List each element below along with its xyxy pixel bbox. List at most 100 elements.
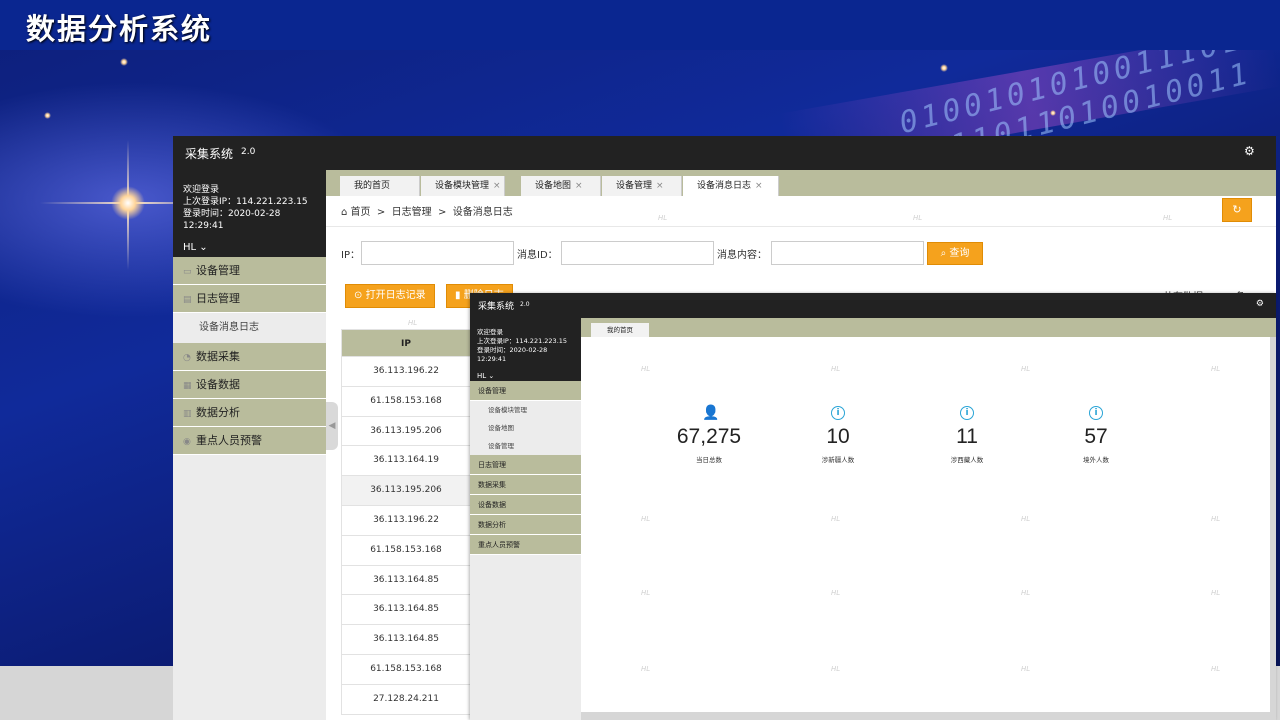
close-icon[interactable]: × bbox=[575, 181, 583, 191]
table-row[interactable]: 36.113.164.19 bbox=[341, 446, 471, 477]
tab-home[interactable]: 我的首页 bbox=[340, 176, 420, 196]
stat-value: 67,275 bbox=[676, 425, 742, 448]
table-row[interactable]: 61.158.153.168 bbox=[341, 386, 471, 417]
sidebar: 设备管理 设备模块管理 设备地图 设备管理 日志管理 数据采集 设备数据 数据分… bbox=[470, 381, 581, 720]
user-menu[interactable]: HL ⌄ bbox=[183, 242, 316, 254]
sidebar-collapse-handle[interactable]: ◀ bbox=[326, 402, 338, 450]
breadcrumb-home[interactable]: 首页 bbox=[351, 207, 371, 218]
close-icon[interactable]: × bbox=[493, 181, 501, 191]
sidebar-item-data-collection[interactable]: 数据采集 bbox=[470, 475, 581, 495]
app-header: 采集系统 2.0 ⚙ bbox=[470, 293, 1276, 318]
table-row[interactable]: 36.113.164.85 bbox=[341, 625, 471, 655]
sidebar-item-label: 设备数据 bbox=[196, 378, 240, 391]
table-row[interactable]: 36.113.164.85 bbox=[341, 565, 471, 596]
tab-device-module-management[interactable]: 设备模块管理 × bbox=[421, 176, 505, 196]
gear-icon[interactable]: ⚙ bbox=[1244, 145, 1256, 157]
sidebar-subitem-device-message-log[interactable]: 设备消息日志 bbox=[173, 313, 326, 343]
query-button[interactable]: ⌕ 查询 bbox=[927, 242, 983, 265]
username: HL bbox=[183, 242, 197, 253]
sidebar-item-device-data[interactable]: 设备数据 bbox=[470, 495, 581, 515]
stat-label: 涉西藏人数 bbox=[950, 456, 984, 464]
breadcrumb: ⌂ 首页 > 日志管理 > 设备消息日志 bbox=[341, 203, 513, 218]
sidebar-subitem-device-module-management[interactable]: 设备模块管理 bbox=[470, 401, 581, 419]
divider bbox=[326, 226, 1276, 227]
stat-daily-total: 👤 67,275 当日总数 bbox=[659, 406, 759, 464]
sidebar-item-data-analysis[interactable]: 数据分析 bbox=[470, 515, 581, 535]
table-row[interactable]: 36.113.164.85 bbox=[341, 595, 471, 626]
sidebar-item-device-management[interactable]: 设备管理 bbox=[470, 381, 581, 401]
sidebar-item-device-data[interactable]: ▦ 设备数据 bbox=[173, 371, 326, 399]
watermark: HL bbox=[408, 319, 418, 327]
gear-icon[interactable]: ⚙ bbox=[1256, 299, 1264, 309]
horizontal-scrollbar[interactable] bbox=[581, 712, 1276, 720]
log-icon: ▤ bbox=[183, 295, 192, 305]
message-content-input[interactable] bbox=[771, 241, 924, 265]
username: HL bbox=[477, 372, 487, 380]
ip-input[interactable] bbox=[361, 241, 514, 265]
sidebar-item-log-management[interactable]: 日志管理 bbox=[470, 455, 581, 475]
user-menu[interactable]: HL ⌄ bbox=[477, 372, 574, 381]
stat-value: 57 bbox=[1084, 425, 1108, 448]
home-icon: ⌂ bbox=[341, 207, 348, 218]
close-icon[interactable]: × bbox=[656, 181, 664, 191]
refresh-button[interactable]: ↻ bbox=[1222, 198, 1252, 222]
table-row[interactable]: 36.113.195.206 bbox=[341, 416, 471, 447]
tab-device-message-log[interactable]: 设备消息日志 × bbox=[683, 176, 779, 196]
last-login-ip: 上次登录IP：114.221.223.15 bbox=[477, 337, 568, 345]
sidebar-subitem-device-management[interactable]: 设备管理 bbox=[470, 437, 581, 455]
sidebar-item-key-person-alert[interactable]: 重点人员预警 bbox=[470, 535, 581, 555]
watermark: HL bbox=[1211, 589, 1221, 597]
chevron-down-icon: ⌄ bbox=[199, 242, 208, 253]
table-row[interactable]: 61.158.153.168 bbox=[341, 654, 471, 685]
app-version: 2.0 bbox=[241, 147, 256, 157]
tab-device-map[interactable]: 设备地图 × bbox=[521, 176, 601, 196]
front-app-window: 采集系统 2.0 ⚙ 欢迎登录 上次登录IP：114.221.223.15 登录… bbox=[470, 293, 1276, 720]
sidebar-item-log-management[interactable]: ▤ 日志管理 bbox=[173, 285, 326, 313]
tab-device-management[interactable]: 设备管理 × bbox=[602, 176, 682, 196]
stat-label: 当日总数 bbox=[696, 456, 722, 464]
watermark: HL bbox=[641, 589, 651, 597]
search-icon: ⌕ bbox=[940, 248, 947, 259]
tab-home[interactable]: 我的首页 bbox=[591, 323, 649, 337]
watermark: HL bbox=[1021, 365, 1031, 373]
star bbox=[120, 58, 128, 66]
stat-label: 涉新疆人数 bbox=[821, 456, 855, 464]
sidebar-item-device-management[interactable]: ▭ 设备管理 bbox=[173, 257, 326, 285]
watermark: HL bbox=[641, 365, 651, 373]
close-icon[interactable]: × bbox=[755, 181, 763, 191]
breadcrumb-log-management[interactable]: 日志管理 bbox=[392, 207, 432, 218]
scrollbar-track[interactable] bbox=[1270, 337, 1276, 720]
data-icon: ▦ bbox=[183, 381, 192, 391]
breadcrumb-separator: > bbox=[438, 207, 447, 218]
table-row[interactable]: 61.158.153.168 bbox=[341, 535, 471, 566]
table-row[interactable]: 36.113.196.22 bbox=[341, 357, 471, 387]
table-row[interactable]: 27.128.24.211 bbox=[341, 684, 471, 715]
alert-icon: ◉ bbox=[183, 437, 191, 447]
slide-title: 数据分析系统 bbox=[26, 12, 213, 46]
app-title: 采集系统 bbox=[478, 302, 515, 312]
table-row[interactable]: 36.113.196.22 bbox=[341, 505, 471, 536]
login-time: 登录时间：2020-02-28 12:29:41 bbox=[477, 346, 548, 363]
sidebar-item-key-person-alert[interactable]: ◉ 重点人员预警 bbox=[173, 427, 326, 455]
sidebar-subitem-device-map[interactable]: 设备地图 bbox=[470, 419, 581, 437]
refresh-icon: ↻ bbox=[1232, 203, 1242, 216]
stat-value: 11 bbox=[956, 425, 978, 448]
tab-bar: 我的首页 bbox=[581, 318, 1276, 337]
stat-overseas: i 57 境外人数 bbox=[1046, 406, 1146, 464]
table-header-ip[interactable]: IP bbox=[341, 329, 471, 357]
welcome-text: 欢迎登录 bbox=[477, 328, 503, 336]
sidebar-item-data-collection[interactable]: ◔ 数据采集 bbox=[173, 343, 326, 371]
tab-label: 设备模块管理 bbox=[435, 181, 490, 191]
sidebar-item-data-analysis[interactable]: ▥ 数据分析 bbox=[173, 399, 326, 427]
sidebar-item-label: 数据采集 bbox=[196, 350, 240, 363]
open-log-button[interactable]: ⊙ 打开日志记录 bbox=[345, 284, 435, 308]
info-icon: i bbox=[831, 406, 845, 420]
star bbox=[1050, 110, 1056, 116]
sidebar-item-label: 数据分析 bbox=[196, 406, 240, 419]
message-id-input[interactable] bbox=[561, 241, 714, 265]
sidebar: ▭ 设备管理 ▤ 日志管理 设备消息日志 ◔ 数据采集 ▦ 设备数据 ▥ 数据分析 ◉ 重点… bbox=[173, 257, 326, 720]
user-icon: 👤 bbox=[702, 405, 720, 421]
message-content-label: 消息内容： bbox=[717, 250, 767, 261]
table-row[interactable]: 36.113.195.206 bbox=[341, 476, 471, 506]
sidebar-item-label: 重点人员预警 bbox=[196, 434, 262, 447]
